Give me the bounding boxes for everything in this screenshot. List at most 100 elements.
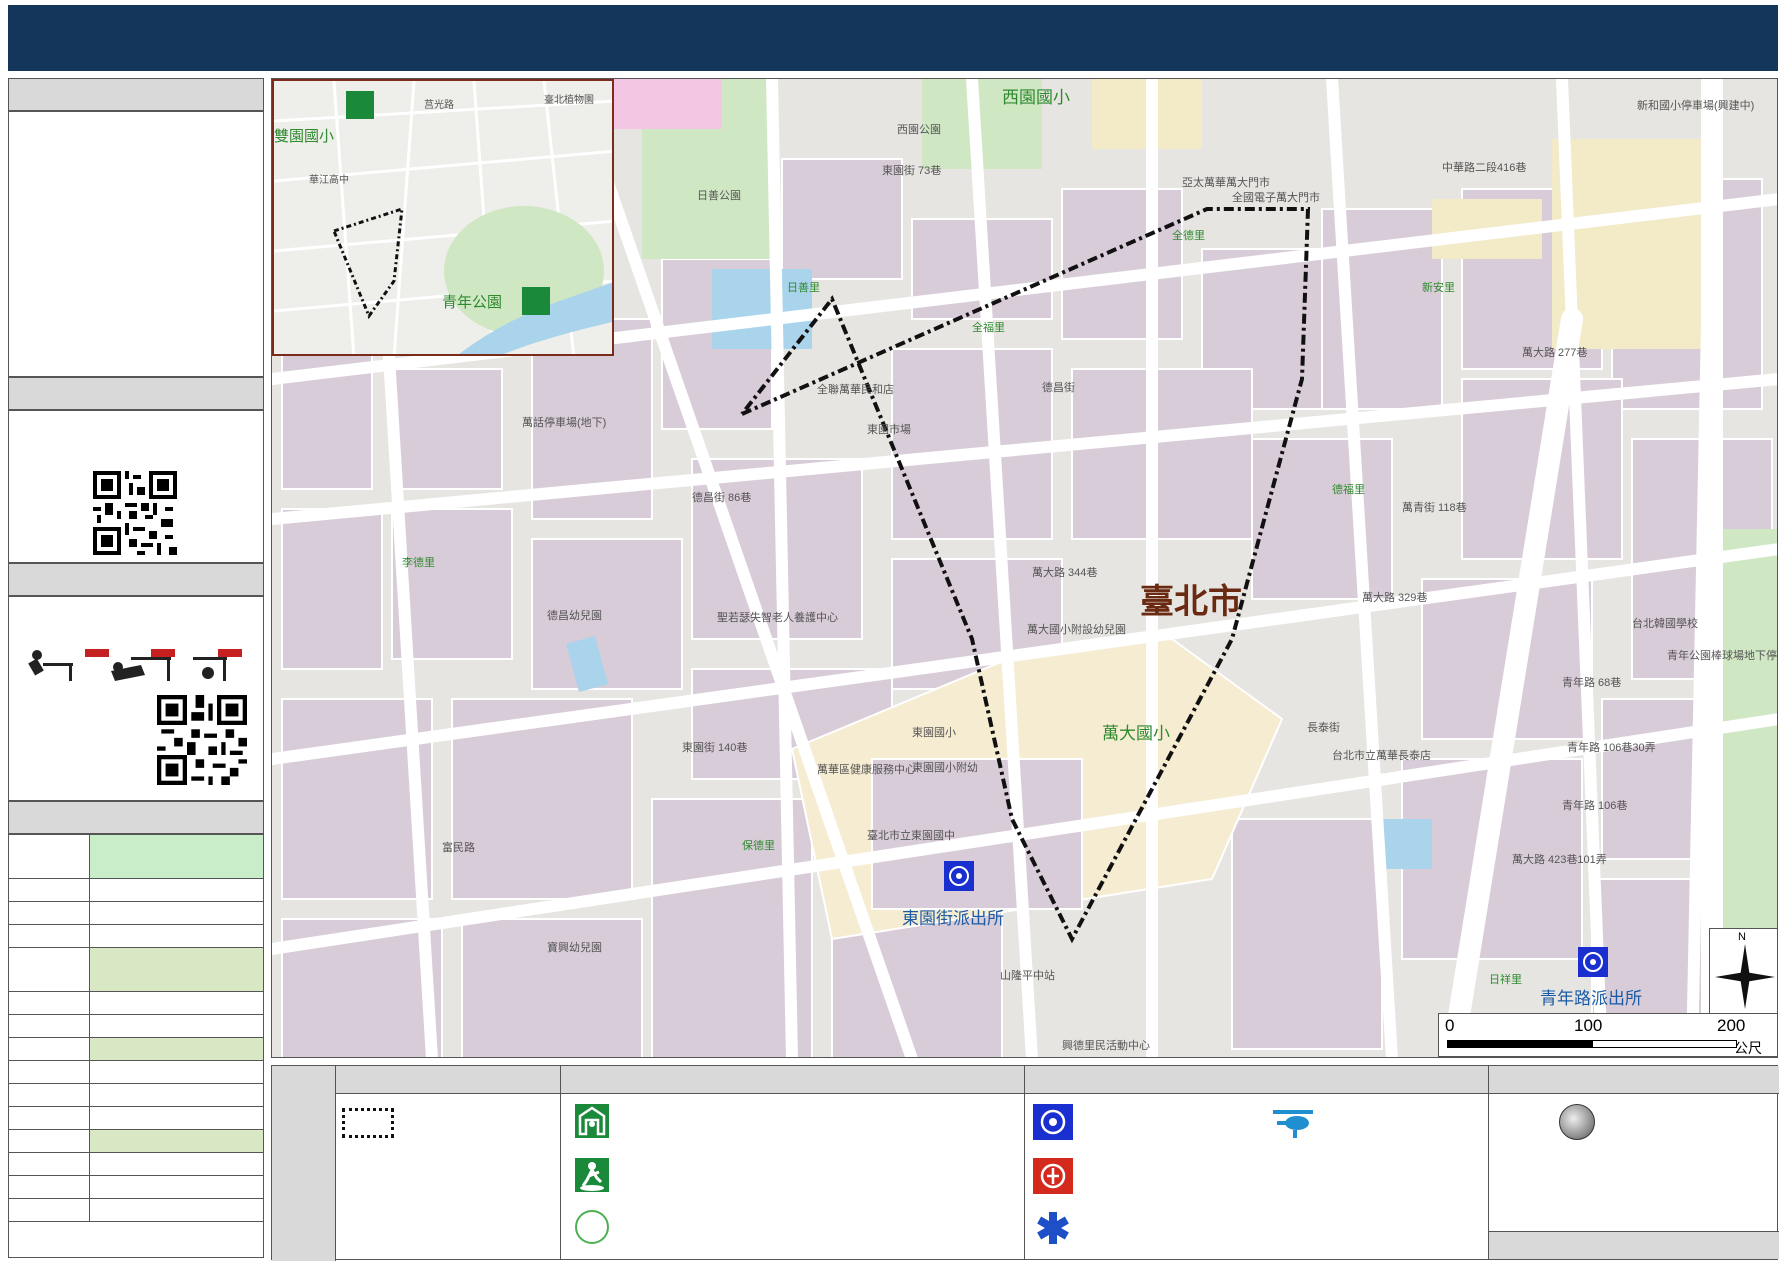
police-icon [1033,1104,1073,1140]
poi-label: 新和國小停車場(興建中) [1637,100,1755,112]
poi-label: 全聯萬華民和店 [817,384,894,396]
main-map[interactable]: 臺北市 西園國小 萬大國小 東園街派出所 青年路派出所 中華路二段416巷 東園… [271,78,1778,1058]
legend-side-header [272,1066,336,1261]
street-label: 富民路 [442,842,475,854]
street-label: 萬大路 423巷101弄 [1512,854,1607,866]
poi-label: 亞太萬華萬大門市 [1182,177,1270,189]
poi-label: 萬大國小附設幼兒園 [1027,624,1126,636]
north-arrow: N [1709,928,1777,1016]
poi-label: 萬話停車場(地下) [522,417,607,429]
inset-label: 華江高中 [309,175,349,186]
street-label: 東園街 140巷 [682,742,748,754]
poi-label: 興德里民活動中心 [1062,1040,1150,1052]
inset-label-shuangyuan: 雙園國小 [274,128,335,145]
sidebar-section-header-3 [8,563,264,596]
legend-col-header-4 [1489,1066,1779,1094]
scale-label-100: 100 [1574,1016,1603,1035]
street-label: 青年路 106巷 [1562,800,1628,812]
poi-label: 山隆平中站 [1000,970,1055,982]
sidebar-section-header-1 [8,78,264,111]
helicopter-icon [1271,1108,1319,1138]
shelter-icon [575,1104,609,1138]
poi-label: 全國電子萬大門市 [1232,192,1320,204]
street-label: 中華路二段416巷 [1442,162,1527,174]
poi-label: 德福里 [1332,484,1365,496]
inset-label-qingnian-park: 青年公園 [442,294,503,311]
qr-code-icon [93,471,177,555]
street-label: 萬大路 344巷 [1032,567,1098,579]
sidebar-section-header-2 [8,377,264,410]
reserve-shelter-icon [575,1210,609,1244]
poi-label: 萬華區健康服務中心 [817,764,916,776]
scale-label-0: 0 [1445,1016,1455,1035]
poi-label: 日祥里 [1489,974,1522,986]
place-label-wanda-school: 萬大國小 [1102,724,1170,743]
sidebar-section-body-3 [8,596,264,801]
poi-label: 青年公園棒球場地下停車場 [1667,650,1777,662]
poi-label: 日善里 [787,282,820,294]
place-label-qingnian-police: 青年路派出所 [1540,989,1642,1008]
place-label-dongyuan-police: 東園街派出所 [902,909,1004,928]
route-boundary-icon [342,1108,394,1138]
street-label: 萬青街 118巷 [1402,502,1467,514]
inset-label: 臺北植物園 [544,95,594,106]
scale-unit: 公尺 [1734,1040,1762,1056]
drop-cover-hold-illustration [28,649,242,681]
medical-icon [1035,1210,1071,1246]
inset-label: 莒光路 [424,100,454,111]
scale-bar-white [1592,1040,1737,1048]
sidebar-section-header-4 [8,801,264,834]
poi-label: 台北韓國學校 [1632,618,1698,630]
poi-label: 日善公園 [697,190,741,202]
street-label: 青年路 68巷 [1562,677,1622,689]
legend-col-header-2 [561,1066,1025,1094]
street-label: 萬大路 329巷 [1362,592,1428,604]
poi-label: 保德里 [742,840,775,852]
poi-label: 台北市立萬華長泰店 [1332,750,1431,762]
police-icon [944,861,974,891]
scale-bar-black [1447,1040,1592,1048]
legend-panel [271,1065,1779,1261]
police-icon [1578,947,1608,977]
poi-label: 東園國小 [912,727,956,739]
legend-col-3 [1025,1094,1489,1259]
poi-label: 西園公園 [897,124,941,136]
poi-label: 全福里 [972,322,1005,334]
poi-label: 李德里 [402,557,435,569]
inset-overview-map: 雙園國小 青年公園 華江高中 莒光路 臺北植物園 [272,79,614,356]
title-bar [8,5,1778,71]
sidebar-section-body-2 [8,410,264,563]
poi-label: 寶興幼兒園 [547,942,602,954]
qr-code-icon [157,695,247,785]
sidebar-section-body-1 [8,111,264,377]
evacuation-site-icon [575,1158,609,1192]
poi-label: 聖若瑟失智老人養護中心 [717,612,838,624]
street-label: 青年路 106巷30弄 [1567,742,1656,754]
street-label: 德昌街 [1042,382,1075,394]
street-label: 長泰街 [1307,722,1340,734]
street-label: 萬大路 277巷 [1522,347,1588,359]
legend-col-4-footer [1489,1231,1779,1259]
shelter-icon [346,91,374,119]
legend-col-header-3 [1025,1066,1489,1094]
poi-label: 新安里 [1422,282,1455,294]
poi-label: 全德里 [1172,230,1205,242]
sidebar-stats-table [8,834,264,1258]
poi-label: 東園國小附幼 [912,762,978,774]
legend-col-4 [1489,1094,1779,1259]
evacuation-site-icon [522,287,550,315]
poi-label: 臺北市立東園國中 [867,830,955,842]
city-label: 臺北市 [1140,583,1242,621]
poi-label: 德昌幼兒園 [547,610,602,622]
scale-bar: 0 100 200 公尺 [1438,1013,1777,1057]
place-label-xiyuan: 西園國小 [1002,88,1070,107]
location-marker-icon [1559,1104,1595,1140]
fire-station-icon [1033,1158,1073,1194]
legend-col-header-1 [336,1066,561,1094]
poi-label: 東園市場 [867,424,911,436]
scale-label-200: 200 [1717,1016,1746,1035]
street-label: 東園街 73巷 [882,165,942,177]
street-label: 德昌街 86巷 [692,492,752,504]
legend-col-1 [336,1094,561,1259]
legend-col-2 [561,1094,1025,1259]
